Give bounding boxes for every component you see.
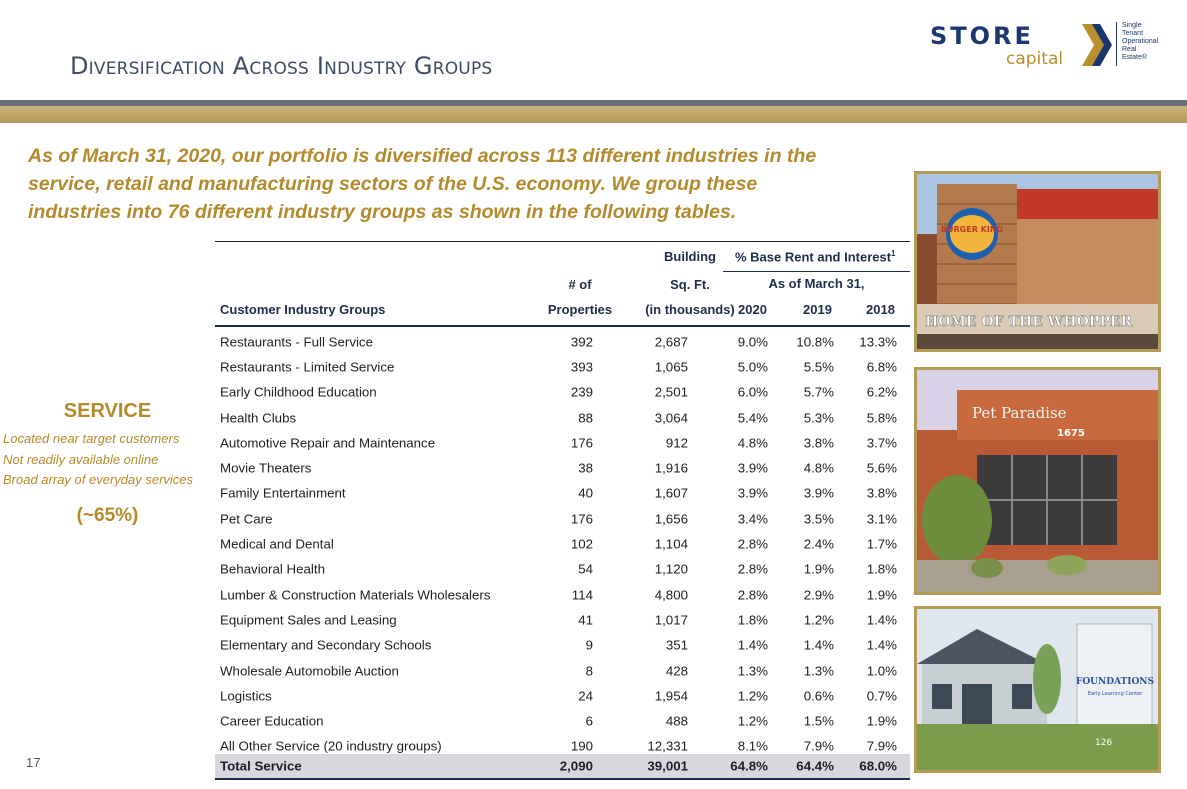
sector-notes: Located near target customers Not readil…	[0, 429, 215, 491]
sector-note: Not readily available online	[3, 451, 159, 467]
table-row: Automotive Repair and Maintenance 176 912 4…	[220, 435, 897, 451]
svg-text:126: 126	[1095, 738, 1112, 748]
table-row: Elementary and Secondary Schools 9 351 1.4%…	[220, 637, 897, 653]
logo-word: STORE	[930, 22, 1034, 50]
table-row: Equipment Sales and Leasing 41 1,017 1.8% 1.…	[220, 612, 897, 628]
header-rent-title: % Base Rent and Interest1	[735, 249, 896, 265]
sector-note: Located near target customers	[3, 431, 180, 446]
header-building: Building	[664, 249, 716, 264]
table-row: Movie Theaters 38 1,916 3.9% 4.8% 5.6%	[220, 460, 897, 476]
table-row: Behavioral Health 54 1,120 2.8% 1.9% 1.8%	[220, 561, 897, 577]
table-total-row: Total Service 2,090 39,001 64.8% 64.4% 6…	[215, 754, 910, 780]
header-rent-sub: As of March 31,	[768, 276, 865, 291]
table-row: Career Education 6 488 1.2% 1.5% 1.9%	[220, 713, 897, 729]
table-row: Medical and Dental 102 1,104 2.8% 2.4% 1.7%	[220, 536, 897, 552]
svg-text:Early Learning Center: Early Learning Center	[1088, 691, 1143, 697]
table-top-rule	[215, 241, 910, 242]
foundations-photo: FOUNDATIONS Early Learning Center 126	[914, 606, 1161, 773]
sector-note: Broad array of everyday services	[3, 472, 194, 487]
header-props-top: # of	[568, 277, 592, 292]
table-row: Health Clubs 88 3,064 5.4% 5.3% 5.8%	[220, 410, 897, 426]
pet-paradise-photo: Pet Paradise 1675	[914, 367, 1161, 595]
header-rule-gold	[0, 106, 1187, 123]
table-row: Restaurants - Limited Service 393 1,065 5.0…	[220, 359, 897, 375]
burger-king-photo: BURGER KING HOME OF THE WHOPPER	[914, 171, 1161, 352]
table-body: Restaurants - Full Service 392 2,687 9.0% 10…	[215, 329, 910, 759]
table-row: Family Entertainment 40 1,607 3.9% 3.9% 3.8%	[220, 485, 897, 501]
table-row: Logistics 24 1,954 1.2% 0.6% 0.7%	[220, 688, 897, 704]
table-row: Lumber & Construction Materials Wholesal…	[220, 587, 897, 603]
chevron-logo-icon	[1082, 24, 1112, 66]
logo-tagline: Single Tenant Operational Real Estate®	[1122, 22, 1159, 61]
header-props-bottom: Properties	[547, 302, 613, 317]
svg-text:HOME OF THE WHOPPER: HOME OF THE WHOPPER	[925, 314, 1133, 330]
header-2019: 2019	[803, 302, 832, 317]
svg-text:BURGER KING: BURGER KING	[941, 225, 1003, 234]
svg-text:FOUNDATIONS: FOUNDATIONS	[1076, 677, 1154, 687]
intro-text: As of March 31, 2020, our portfolio is d…	[28, 145, 817, 223]
store-capital-logo: STORE capital Single Tenant Operational …	[930, 20, 1170, 70]
table-row: Restaurants - Full Service 392 2,687 9.0% 10…	[220, 334, 897, 350]
svg-text:Pet Paradise: Pet Paradise	[972, 404, 1067, 422]
header-2020: 2020	[738, 302, 767, 317]
table-row: Pet Care 176 1,656 3.4% 3.5% 3.1%	[220, 511, 897, 527]
logo-divider	[1116, 22, 1117, 66]
table-row: Wholesale Automobile Auction 8 428 1.3% 1.3%…	[220, 663, 897, 678]
page-number: 17	[26, 755, 41, 770]
sector-sidebar: SERVICE Located near target customers No…	[0, 400, 215, 527]
header-rule	[215, 325, 910, 327]
sector-heading: SERVICE	[63, 400, 152, 422]
header-group: Customer Industry Groups	[220, 302, 386, 317]
svg-text:1675: 1675	[1057, 428, 1085, 439]
sector-percent: (~65%)	[76, 504, 139, 526]
header-2018: 2018	[866, 302, 895, 317]
rent-header-rule	[723, 271, 910, 272]
table-row: Early Childhood Education 239 2,501 6.0% 5.7…	[220, 384, 897, 400]
page-title: Diversification Across Industry Groups	[70, 52, 493, 80]
logo-sub: capital	[1006, 49, 1064, 69]
